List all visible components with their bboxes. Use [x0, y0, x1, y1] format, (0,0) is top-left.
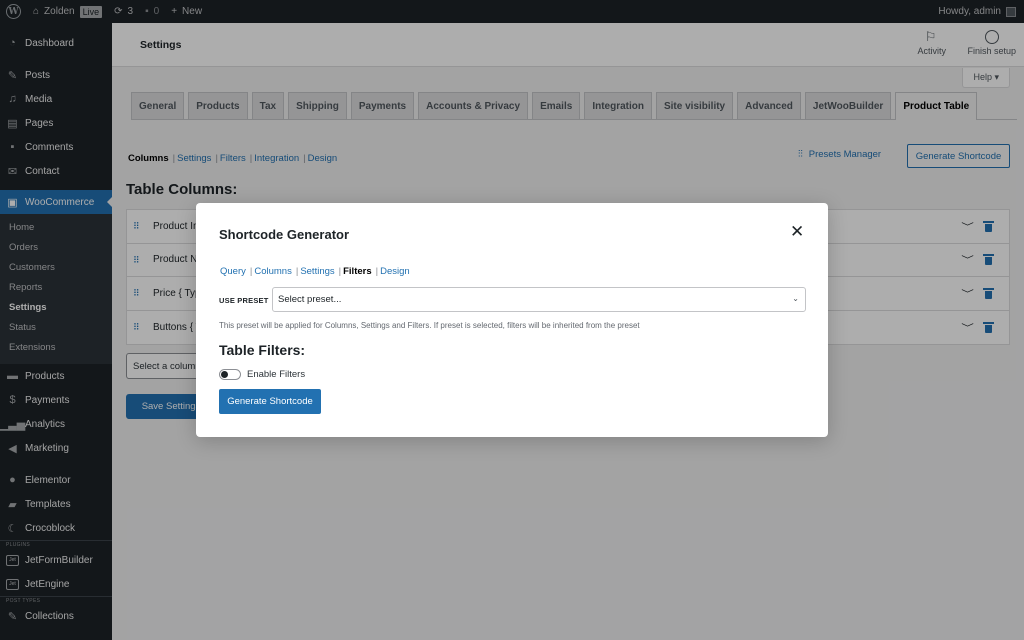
modal-tabs: Query | Columns | Settings | Filters | Design	[220, 266, 410, 277]
modal-tab-design[interactable]: Design	[380, 266, 410, 277]
chevron-down-icon: ⌄	[792, 294, 799, 303]
modal-tab-settings[interactable]: Settings	[300, 266, 334, 277]
modal-tab-columns[interactable]: Columns	[254, 266, 292, 277]
separator: |	[295, 266, 299, 277]
modal-tab-filters[interactable]: Filters	[343, 266, 372, 277]
table-filters-title: Table Filters:	[219, 342, 306, 358]
modal-title: Shortcode Generator	[219, 227, 350, 242]
modal-tab-query[interactable]: Query	[220, 266, 246, 277]
separator: |	[375, 266, 379, 277]
close-icon[interactable]: ✕	[790, 223, 804, 240]
preset-select-value: Select preset...	[278, 294, 342, 305]
shortcode-generator-modal: Shortcode Generator ✕ Query | Columns | Sett…	[196, 203, 828, 437]
separator: |	[338, 266, 342, 277]
use-preset-label: USE PRESET	[219, 296, 269, 305]
modal-generate-shortcode-button[interactable]: Generate Shortcode	[219, 389, 321, 414]
enable-filters-label: Enable Filters	[247, 369, 306, 380]
preset-description: This preset will be applied for Columns,…	[219, 321, 640, 330]
enable-filters-toggle[interactable]	[219, 369, 241, 380]
separator: |	[249, 266, 253, 277]
toggle-knob	[221, 371, 228, 378]
preset-select[interactable]: Select preset... ⌄	[272, 287, 806, 312]
